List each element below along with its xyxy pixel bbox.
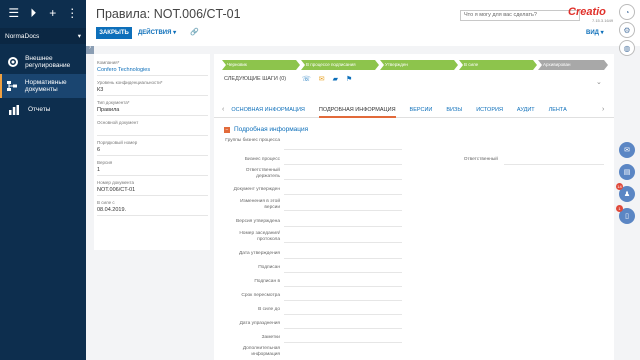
section-header[interactable]: − Подробная информация	[224, 126, 308, 133]
field-input-line[interactable]	[504, 164, 604, 165]
field-input-line[interactable]	[284, 342, 402, 343]
tab-versions[interactable]: ВЕРСИИ	[410, 102, 433, 118]
page-title: Правила: NOT.006/CT-01	[96, 7, 241, 21]
main-content: Черновик В процессе подписания Утвержден…	[214, 54, 614, 360]
field-input-line[interactable]	[284, 314, 402, 315]
paperclip-icon[interactable]: 🔗	[190, 28, 199, 36]
creatio-logo: Creatio	[568, 6, 606, 18]
page-header: Правила: NOT.006/CT-01 Что я могу для ва…	[86, 0, 640, 46]
hierarchy-icon	[6, 80, 19, 92]
field-effective-from[interactable]: В силе с 08.04.2019.	[97, 200, 208, 216]
sidebar-item-label: Нормативные документы	[24, 78, 67, 94]
sidebar-item-external-regulation[interactable]: Внешнее регулирование	[0, 50, 86, 74]
sidebar-item-reports[interactable]: Отчеты	[0, 98, 86, 122]
field-input-line[interactable]	[284, 179, 402, 180]
field-sequence-number[interactable]: Порядковый номер 6	[97, 140, 208, 156]
field-document-number[interactable]: Номер документа NOT.006/CT-01	[97, 180, 208, 196]
chevron-down-icon: ▾	[77, 33, 81, 40]
tab-audit[interactable]: АУДИТ	[517, 102, 535, 118]
chat-icon[interactable]: ▤	[619, 164, 635, 180]
field-main-document[interactable]: Основной документ	[97, 120, 208, 136]
actions-button[interactable]: ДЕЙСТВИЯ ▾	[138, 29, 176, 36]
bell-icon[interactable]: ◍	[619, 40, 635, 56]
field-input-line[interactable]	[284, 258, 402, 259]
play-icon[interactable]: ⏵	[26, 6, 40, 21]
stage-signing[interactable]: В процессе подписания	[301, 60, 379, 70]
field-input-line[interactable]	[284, 164, 402, 165]
sidebar-item-regulatory-documents[interactable]: Нормативные документы	[0, 74, 86, 98]
command-search-input[interactable]: Что я могу для вас сделать?	[460, 10, 580, 21]
notifications-icon[interactable]: 14 ♟	[616, 183, 635, 202]
record-fields-panel: Компания* Confero Technologies Уровень к…	[94, 54, 210, 250]
stage-bar: Черновик В процессе подписания Утвержден…	[222, 60, 609, 70]
field-input-line[interactable]	[284, 194, 402, 195]
chevron-right-icon[interactable]: ›	[602, 102, 604, 118]
tab-bar: ‹ ОСНОВНАЯ ИНФОРМАЦИЯ ПОДРОБНАЯ ИНФОРМАЦ…	[214, 102, 614, 118]
responsible-label: Ответственный	[463, 157, 498, 162]
stage-in-force[interactable]: В силе	[459, 60, 537, 70]
menu-icon[interactable]: ☰	[7, 6, 21, 20]
sidebar: ☰ ⏵ + ⋮ NormaDocs ▾ Внешнее регулировани…	[0, 0, 86, 360]
version-label: 7.15.3.1649	[592, 18, 614, 23]
sidebar-toolbar: ☰ ⏵ + ⋮	[0, 0, 86, 26]
flag-icon[interactable]: ⚑	[346, 75, 352, 83]
close-button[interactable]: ЗАКРЫТЬ	[96, 27, 132, 39]
field-input-line[interactable]	[284, 286, 402, 287]
workspace-select[interactable]: NormaDocs ▾	[0, 28, 86, 44]
field-input-line[interactable]	[284, 149, 402, 150]
field-input-line[interactable]	[284, 210, 402, 211]
phone-icon[interactable]: ☏	[302, 75, 311, 83]
add-icon[interactable]: +	[46, 6, 60, 20]
profile-icon[interactable]: ◔	[619, 4, 635, 20]
next-steps-actions: ☏ ✉ ▰ ⚑	[302, 75, 352, 83]
collapse-icon[interactable]: −	[224, 126, 230, 133]
tab-feed[interactable]: ЛЕНТА	[549, 102, 567, 118]
sidebar-item-label: Отчеты	[28, 106, 51, 114]
view-button[interactable]: ВИД ▾	[586, 29, 604, 36]
section-title: Подробная информация	[234, 126, 309, 133]
more-icon[interactable]: ⋮	[65, 6, 79, 20]
stage-draft[interactable]: Черновик	[222, 60, 300, 70]
workspace-label: NormaDocs	[5, 32, 40, 40]
tab-detailed-info[interactable]: ПОДРОБНАЯ ИНФОРМАЦИЯ	[318, 102, 396, 118]
stage-approved[interactable]: Утвержден	[380, 60, 458, 70]
field-input-line[interactable]	[284, 242, 402, 243]
tab-main-info[interactable]: ОСНОВНАЯ ИНФОРМАЦИЯ	[231, 102, 305, 118]
settings-icon[interactable]: ⚙	[619, 22, 635, 38]
email-icon[interactable]: ✉	[619, 142, 635, 158]
tab-visas[interactable]: ВИЗЫ	[446, 102, 462, 118]
right-toolbar: ◔ ⚙ ◍ ✉ ▤ 14 ♟ 1 ▯	[614, 0, 640, 360]
field-version[interactable]: Версия 1	[97, 160, 208, 176]
field-input-line[interactable]	[284, 226, 402, 227]
tasks-icon[interactable]: 1 ▯	[616, 205, 635, 224]
field-input-line[interactable]	[284, 328, 402, 329]
gear-icon	[6, 56, 19, 68]
stage-archived[interactable]: Архивирован	[538, 60, 608, 70]
field-document-type[interactable]: Тип документа* Правила	[97, 100, 208, 116]
field-input-line[interactable]	[284, 272, 402, 273]
tasks-badge: 1	[616, 205, 623, 212]
field-confidentiality[interactable]: Уровень конфиденциальности* К3	[97, 80, 208, 96]
comment-icon[interactable]: ▰	[333, 75, 338, 83]
sidebar-item-label: Внешнее регулирование	[25, 54, 71, 70]
next-steps-label: СЛЕДУЮЩИЕ ШАГИ (0)	[224, 76, 287, 82]
field-company[interactable]: Компания* Confero Technologies	[97, 60, 208, 76]
app-root: ☰ ⏵ + ⋮ NormaDocs ▾ Внешнее регулировани…	[0, 0, 640, 360]
field-input-line[interactable]	[284, 300, 402, 301]
chevron-down-icon[interactable]: ⌄	[596, 78, 602, 86]
chevron-left-icon[interactable]: ‹	[222, 106, 224, 113]
tab-history[interactable]: ИСТОРИЯ	[476, 102, 503, 118]
mail-icon[interactable]: ✉	[319, 75, 325, 83]
notifications-badge: 14	[616, 183, 623, 190]
chart-icon	[6, 104, 22, 116]
